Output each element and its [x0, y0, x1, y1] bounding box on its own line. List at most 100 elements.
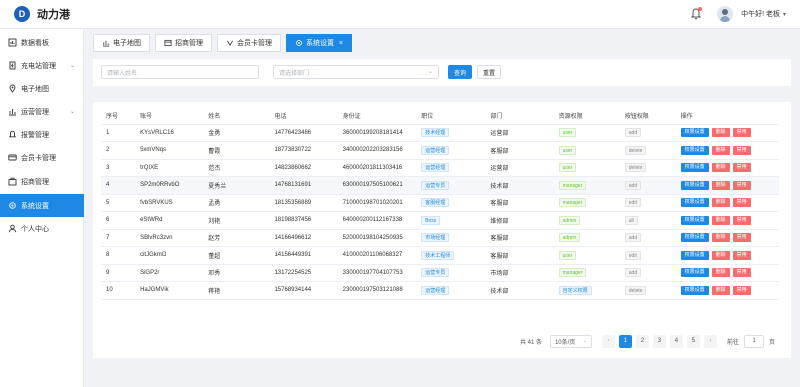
- sidebar-item-label: 数据看板: [21, 39, 49, 47]
- operations-icon: [8, 107, 17, 116]
- chevron-down-icon[interactable]: ▾: [783, 11, 786, 18]
- disable-button[interactable]: 禁用: [732, 128, 751, 138]
- disable-button[interactable]: 禁用: [732, 285, 751, 295]
- page-size-select[interactable]: 10条/页 ⌄: [549, 334, 592, 348]
- permission-settings-button[interactable]: 权限设置: [680, 250, 709, 260]
- account-cell: 5xmVNqs: [135, 141, 204, 160]
- permission-settings-button[interactable]: 权限设置: [680, 215, 709, 225]
- position-tag: 运营经理: [421, 285, 450, 295]
- button-permission-tag: add: [624, 233, 642, 243]
- sidebar-item[interactable]: 个人中心: [0, 217, 84, 240]
- phone-cell: 13172254525: [269, 264, 338, 282]
- department-cell: 客服部: [485, 194, 554, 212]
- sidebar-item[interactable]: 充电站管理 ⌄: [0, 54, 84, 77]
- sidebar-item[interactable]: 系统设置: [0, 194, 84, 217]
- phone-cell: 18198837456: [269, 211, 338, 230]
- id-number-cell: 340000202203283156: [337, 141, 417, 160]
- column-header: 姓名: [203, 107, 270, 125]
- tab[interactable]: 系统设置 ×: [286, 34, 353, 52]
- id-number-cell: 460000201811303416: [337, 159, 417, 177]
- button-permission-tag: edit: [624, 250, 641, 260]
- table-row[interactable]: 2 5xmVNqs 曹霞 18773830722 340000202203283156 运…: [101, 141, 779, 160]
- delete-button[interactable]: 删除: [711, 145, 730, 155]
- permission-settings-button[interactable]: 权限设置: [680, 145, 709, 155]
- table-row[interactable]: 10 HaJGMVik 蒋艳 15768934144 23000019750312108…: [101, 281, 779, 300]
- vip-icon: [226, 39, 234, 47]
- phone-cell: 14156449391: [269, 246, 338, 265]
- delete-button[interactable]: 删除: [711, 250, 730, 260]
- bell-icon[interactable]: [689, 7, 703, 21]
- user-greeting[interactable]: 中午好! 老板: [741, 9, 780, 19]
- button-permission-tag: add: [624, 128, 642, 138]
- avatar[interactable]: [717, 6, 734, 22]
- position-tag: 运营经理: [421, 163, 450, 173]
- table-row[interactable]: 9 SiGP2r 邓秀 13172254525 330000197704107753 运营…: [101, 264, 779, 282]
- permission-settings-button[interactable]: 权限设置: [680, 163, 709, 173]
- disable-button[interactable]: 禁用: [732, 180, 751, 190]
- permission-settings-button[interactable]: 权限设置: [680, 285, 709, 295]
- permission-settings-button[interactable]: 权限设置: [680, 198, 709, 208]
- tab[interactable]: 招商管理: [155, 34, 212, 52]
- table-row[interactable]: 6 eStWRd 刘艳 18198837456 640000200112167338 Bo…: [101, 211, 779, 230]
- delete-button[interactable]: 删除: [711, 215, 730, 225]
- page-number-button[interactable]: 5: [686, 334, 700, 348]
- phone-cell: 18135356889: [269, 194, 338, 212]
- delete-button[interactable]: 删除: [711, 128, 730, 138]
- permission-settings-button[interactable]: 权限设置: [680, 268, 709, 278]
- delete-button[interactable]: 删除: [711, 198, 730, 208]
- sidebar-item[interactable]: 报警管理: [0, 123, 84, 146]
- table-row[interactable]: 7 SBlvRc3zvn 赵芳 14166496612 5200001981042509…: [101, 229, 779, 247]
- delete-button[interactable]: 删除: [711, 180, 730, 190]
- delete-button[interactable]: 删除: [711, 268, 730, 278]
- department-select[interactable]: 请选择部门 ⌄: [273, 65, 439, 79]
- prev-page-button[interactable]: ‹: [601, 334, 615, 348]
- page-number-button[interactable]: 2: [635, 334, 649, 348]
- next-page-button[interactable]: ›: [703, 334, 717, 348]
- disable-button[interactable]: 禁用: [732, 145, 751, 155]
- table-row[interactable]: 4 SP2m0RRvbO 夏秀兰 14768131691 630000197505100…: [101, 176, 779, 195]
- close-icon[interactable]: ×: [339, 40, 343, 47]
- name-search-input[interactable]: 请输入姓名: [101, 65, 259, 79]
- tab-label: 会员卡管理: [237, 40, 272, 47]
- table-row[interactable]: 1 KYsVRLC16 金勇 14776423486 36000019920818141…: [101, 124, 779, 142]
- delete-button[interactable]: 删除: [711, 163, 730, 173]
- disable-button[interactable]: 禁用: [732, 198, 751, 208]
- permission-settings-button[interactable]: 权限设置: [680, 180, 709, 190]
- department-cell: 技术部: [485, 281, 554, 300]
- goto-page-input[interactable]: 1: [743, 334, 764, 348]
- tab-label: 系统设置: [306, 40, 334, 47]
- department-select-placeholder: 请选择部门: [279, 70, 310, 77]
- permission-settings-button[interactable]: 权限设置: [680, 128, 709, 138]
- sidebar-item[interactable]: 会员卡管理: [0, 146, 84, 169]
- table-row[interactable]: 3 trQIXE 范杰 14823860662 460000201811303416 运营…: [101, 159, 779, 177]
- disable-button[interactable]: 禁用: [732, 163, 751, 173]
- tab[interactable]: 会员卡管理: [217, 34, 281, 52]
- page-number-button[interactable]: 1: [618, 334, 632, 348]
- button-permission-tag: add: [624, 180, 642, 190]
- page-list: 12345: [615, 334, 700, 348]
- table-row[interactable]: 5 fvbSRVKUS 孟勇 18135356889 71000019870102020…: [101, 194, 779, 212]
- tab[interactable]: 电子地图: [93, 34, 150, 52]
- sidebar-item[interactable]: 电子地图: [0, 77, 84, 100]
- sidebar-item[interactable]: 运营管理 ⌄: [0, 100, 84, 123]
- column-header: 按钮权限: [619, 107, 676, 125]
- page-number-button[interactable]: 3: [652, 334, 666, 348]
- delete-button[interactable]: 删除: [711, 285, 730, 295]
- query-button[interactable]: 查询: [448, 65, 472, 79]
- disable-button[interactable]: 禁用: [732, 215, 751, 225]
- delete-button[interactable]: 删除: [711, 233, 730, 243]
- phone-cell: 14823860662: [269, 159, 338, 177]
- resource-permission-tag: manager: [558, 198, 587, 208]
- resource-permission-tag: manager: [558, 268, 587, 278]
- disable-button[interactable]: 禁用: [732, 268, 751, 278]
- sidebar-item[interactable]: 数据看板: [0, 31, 84, 54]
- sidebar-item[interactable]: 招商管理: [0, 170, 84, 193]
- disable-button[interactable]: 禁用: [732, 233, 751, 243]
- permission-settings-button[interactable]: 权限设置: [680, 233, 709, 243]
- table-row[interactable]: 8 citJGkmO 董超 14156449391 410000201106068327…: [101, 246, 779, 265]
- disable-button[interactable]: 禁用: [732, 250, 751, 260]
- app-logo[interactable]: D 动力港: [14, 6, 70, 22]
- reset-button[interactable]: 重置: [477, 65, 501, 79]
- card-icon: [8, 153, 17, 162]
- page-number-button[interactable]: 4: [669, 334, 683, 348]
